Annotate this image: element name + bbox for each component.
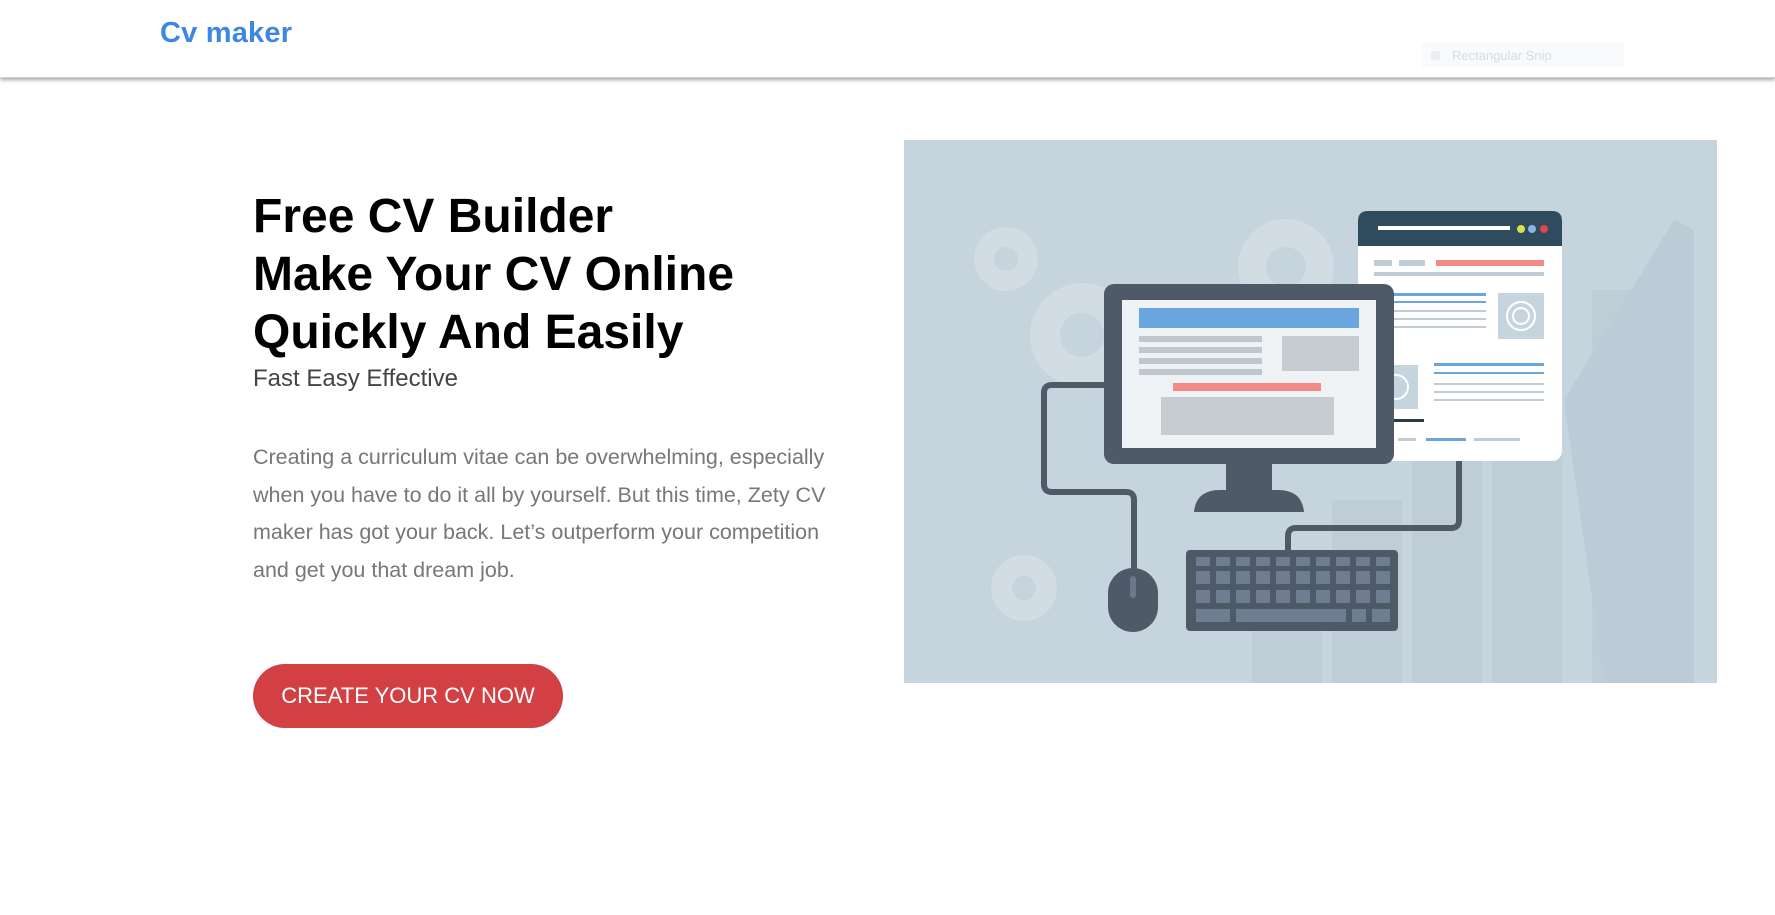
gear-icon <box>974 227 1038 291</box>
hero-subtitle: Fast Easy Effective <box>253 365 458 392</box>
mouse-icon <box>1108 568 1158 632</box>
hero-title: Free CV Builder Make Your CV Online Quic… <box>253 188 853 362</box>
snip-tooltip: Rectangular Snip <box>1422 43 1624 67</box>
hero-description: Creating a curriculum vitae can be overw… <box>253 445 826 582</box>
hero-text-section: Free CV Builder Make Your CV Online Quic… <box>253 188 853 589</box>
top-navbar: Cv maker Rectangular Snip <box>0 0 1775 78</box>
monitor-icon <box>1104 284 1394 512</box>
snip-icon <box>1431 50 1440 60</box>
gear-icon-bottom <box>991 555 1057 621</box>
create-cv-button[interactable]: CREATE YOUR CV NOW <box>253 664 563 728</box>
computer-cv-illustration <box>904 140 1717 683</box>
hero-title-line-2: Make Your CV Online <box>253 248 735 301</box>
illustration-svg <box>974 211 1694 683</box>
hero-title-line-3: Quickly And Easily <box>253 306 684 359</box>
background-arrow <box>1564 220 1694 683</box>
snip-tooltip-label: Rectangular Snip <box>1452 47 1552 63</box>
brand-logo-link[interactable]: Cv maker <box>160 17 292 50</box>
hero-title-line-1: Free CV Builder <box>253 190 614 243</box>
keyboard-icon <box>1186 550 1398 631</box>
